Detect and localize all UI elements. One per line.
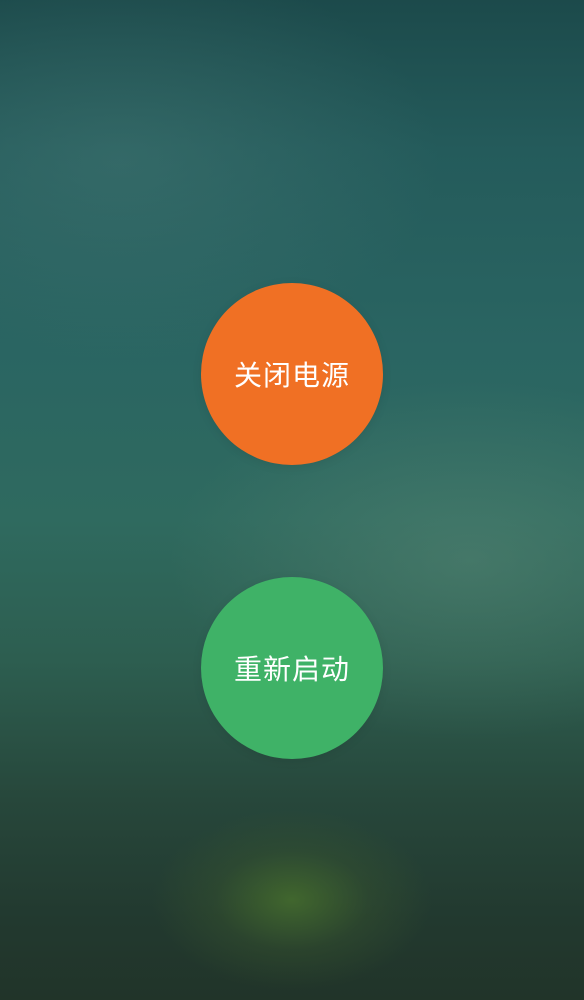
reboot-label: 重新启动 bbox=[233, 653, 350, 686]
power-off-button[interactable]: 关闭电源 bbox=[201, 283, 383, 465]
power-menu-overlay: 关闭电源 重新启动 bbox=[0, 0, 584, 1000]
power-off-label: 关闭电源 bbox=[233, 359, 350, 392]
reboot-button[interactable]: 重新启动 bbox=[201, 577, 383, 759]
